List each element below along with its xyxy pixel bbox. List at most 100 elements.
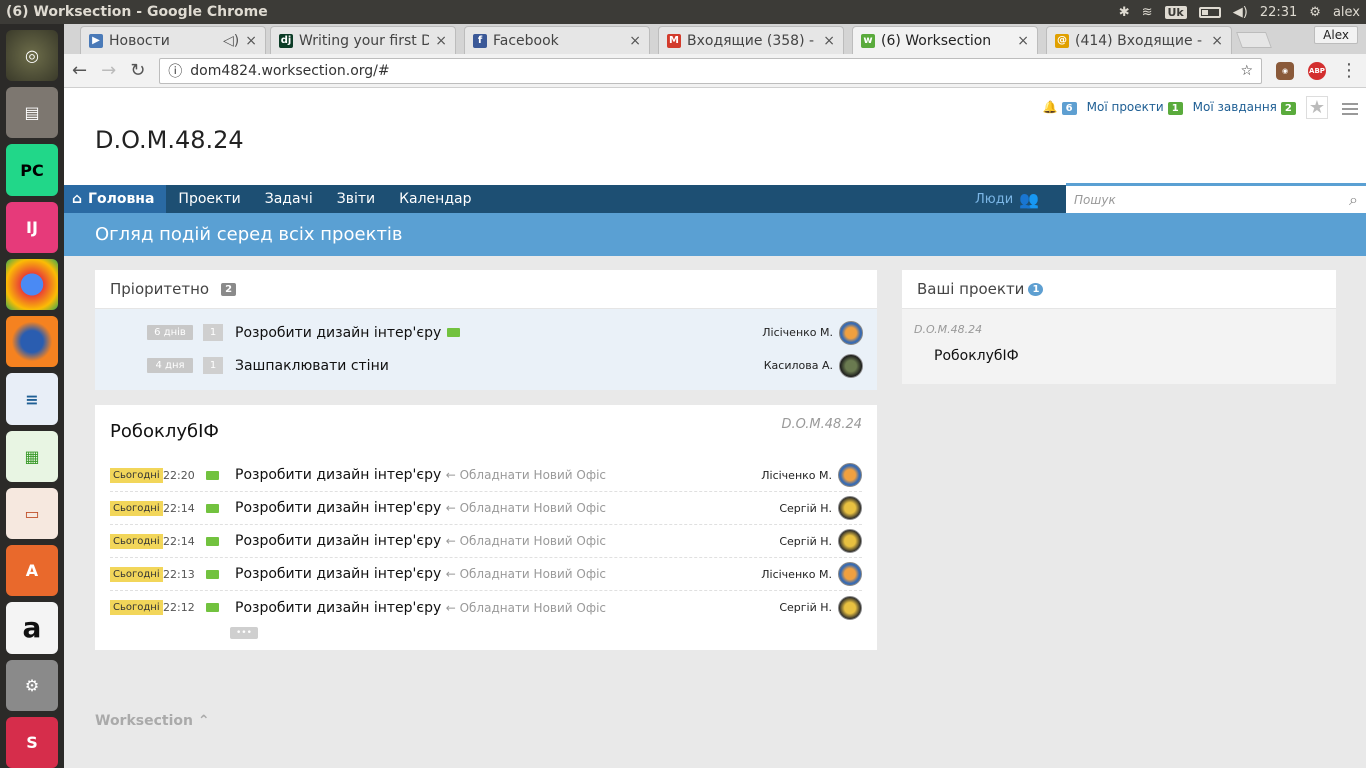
person-name[interactable]: Сергій Н. (779, 535, 832, 548)
speaker-icon[interactable]: ◁) (223, 33, 239, 49)
flag-icon (206, 603, 219, 612)
priority-row[interactable]: 4 дня 1 Зашпаклювати стіни Касилова А. (95, 349, 877, 382)
your-projects-card: Ваші проекти 1 D.O.M.48.24 РобоклубІФ (902, 270, 1336, 384)
software-center-icon[interactable]: A (6, 545, 58, 597)
battery-icon[interactable] (1198, 6, 1221, 18)
address-bar[interactable]: ⓘ dom4824.worksection.org/# ☆ (159, 57, 1262, 84)
forward-arrow-icon[interactable]: → (101, 60, 116, 81)
person-name[interactable]: Лісіченко М. (761, 469, 832, 482)
activity-row[interactable]: Сьогодні 22:20 Розробити дизайн інтер'єр… (110, 459, 862, 492)
calc-icon[interactable]: ▦ (6, 430, 58, 482)
activity-project-title[interactable]: РобоклубІФ (110, 421, 219, 442)
avatar[interactable] (839, 353, 863, 378)
my-tasks-badge: 2 (1280, 102, 1296, 115)
activity-title-wrap[interactable]: Розробити дизайн інтер'єру ← Обладнати Н… (235, 533, 606, 549)
person-name[interactable]: Лісіченко М. (761, 568, 832, 581)
my-projects-link[interactable]: Мої проекти 1 (1087, 100, 1183, 115)
person-name[interactable]: Сергій Н. (779, 502, 832, 515)
reload-icon[interactable]: ↻ (130, 60, 145, 81)
tab-strip: ▶ Новости ◁) × dj Writing your first D ×… (64, 24, 1366, 54)
amazon-icon[interactable]: a (6, 602, 58, 654)
nav-reports[interactable]: Звіти (325, 185, 387, 213)
assignee-name[interactable]: Касилова А. (764, 359, 833, 372)
my-tasks-link[interactable]: Мої завдання 2 (1193, 100, 1296, 115)
settings-gear-icon[interactable]: ✱ (1119, 5, 1130, 20)
hamburger-menu-icon[interactable] (1338, 102, 1358, 113)
close-tab-icon[interactable]: × (1017, 33, 1029, 49)
ubuntu-icon[interactable]: ◎ (6, 30, 58, 82)
firefox-icon[interactable] (6, 316, 58, 368)
your-projects-title: Ваші проекти (917, 280, 1025, 298)
avatar[interactable] (838, 496, 862, 520)
profile-button[interactable]: Alex (1314, 26, 1358, 44)
close-tab-icon[interactable]: × (1211, 33, 1223, 49)
files-icon[interactable]: ▤ (6, 87, 58, 139)
keyboard-layout-indicator[interactable]: Uk (1164, 5, 1187, 19)
task-title-wrap[interactable]: Розробити дизайн інтер'єру (235, 325, 461, 341)
search-icon[interactable]: ⌕ (1349, 190, 1358, 210)
avatar[interactable] (838, 463, 862, 487)
instagram-extension-icon[interactable]: ◉ (1276, 61, 1294, 80)
tab-django[interactable]: dj Writing your first D × (270, 26, 456, 54)
wifi-icon[interactable]: ≋ (1142, 5, 1153, 20)
activity-title-wrap[interactable]: Розробити дизайн інтер'єру ← Обладнати Н… (235, 467, 606, 483)
chrome-icon[interactable] (6, 258, 58, 311)
volume-icon[interactable]: ◀) (1233, 5, 1248, 20)
day-badge: Сьогодні (110, 533, 163, 549)
avatar[interactable] (839, 320, 863, 345)
chrome-menu-icon[interactable]: ⋮ (1340, 60, 1358, 81)
tab-news[interactable]: ▶ Новости ◁) × (80, 26, 266, 54)
person-name[interactable]: Сергій Н. (779, 601, 832, 614)
power-icon[interactable]: ⚙ (1309, 5, 1321, 20)
activity-title-wrap[interactable]: Розробити дизайн інтер'єру ← Обладнати Н… (235, 600, 606, 616)
nav-home[interactable]: ⌂ Головна (64, 185, 167, 213)
assignee-name[interactable]: Лісіченко М. (762, 326, 833, 339)
show-more-button[interactable]: ••• (230, 627, 258, 639)
tab-worksection[interactable]: w (6) Worksection × (852, 26, 1038, 54)
clock[interactable]: 22:31 (1260, 5, 1297, 20)
activity-title-wrap[interactable]: Розробити дизайн інтер'єру ← Обладнати Н… (235, 500, 606, 516)
favorites-star-icon[interactable]: ★ (1305, 96, 1328, 119)
adblock-extension-icon[interactable]: ABP (1308, 61, 1326, 80)
nav-calendar[interactable]: Календар (387, 185, 483, 213)
close-tab-icon[interactable]: × (823, 33, 835, 49)
time: 22:14 (163, 501, 195, 515)
avatar[interactable] (838, 529, 862, 553)
tab-mail[interactable]: @ (414) Входящие - П × (1046, 26, 1232, 54)
tab-gmail[interactable]: M Входящие (358) - s × (658, 26, 844, 54)
user-name[interactable]: alex (1333, 5, 1360, 20)
activity-row[interactable]: Сьогодні 22:13 Розробити дизайн інтер'єр… (110, 558, 862, 591)
close-tab-icon[interactable]: × (245, 33, 257, 49)
priority-row[interactable]: 6 днів 1 Розробити дизайн інтер'єру Лісі… (95, 316, 877, 349)
bookmark-star-icon[interactable]: ☆ (1240, 63, 1253, 79)
task-title[interactable]: Зашпаклювати стіни (235, 358, 389, 374)
pycharm-icon[interactable]: PC (6, 144, 58, 196)
tab-facebook[interactable]: f Facebook × (464, 26, 650, 54)
tab-label: Writing your first D (299, 32, 430, 49)
people-link[interactable]: Люди 👥 (975, 185, 1039, 213)
writer-icon[interactable]: ≡ (6, 373, 58, 425)
close-tab-icon[interactable]: × (629, 33, 641, 49)
settings-icon[interactable]: ⚙ (6, 659, 58, 711)
search-box[interactable]: Пошук ⌕ (1066, 183, 1366, 213)
info-icon[interactable]: ⓘ (168, 61, 182, 81)
browser-window: ▶ Новости ◁) × dj Writing your first D ×… (64, 24, 1366, 768)
activity-row[interactable]: Сьогодні 22:14 Розробити дизайн інтер'єр… (110, 525, 862, 558)
nav-projects[interactable]: Проекти (166, 185, 252, 213)
avatar[interactable] (838, 562, 862, 586)
activity-row[interactable]: Сьогодні 22:12 Розробити дизайн інтер'єр… (110, 591, 862, 624)
slack-icon[interactable]: S (6, 716, 58, 768)
nav-tasks[interactable]: Задачі (253, 185, 325, 213)
close-tab-icon[interactable]: × (435, 33, 447, 49)
project-link[interactable]: РобоклубІФ (934, 348, 1324, 364)
activity-title-wrap[interactable]: Розробити дизайн інтер'єру ← Обладнати Н… (235, 566, 606, 582)
impress-icon[interactable]: ▭ (6, 487, 58, 540)
footer-logo[interactable]: Worksection ⌃ (95, 713, 210, 729)
back-arrow-icon[interactable]: ← (72, 60, 87, 81)
activity-row[interactable]: Сьогодні 22:14 Розробити дизайн інтер'єр… (110, 492, 862, 525)
intellij-icon[interactable]: IJ (6, 201, 58, 253)
notifications[interactable]: 🔔 6 (1043, 100, 1077, 115)
new-tab-button[interactable] (1236, 32, 1272, 48)
search-input[interactable]: Пошук (1074, 193, 1116, 207)
avatar[interactable] (838, 595, 862, 620)
